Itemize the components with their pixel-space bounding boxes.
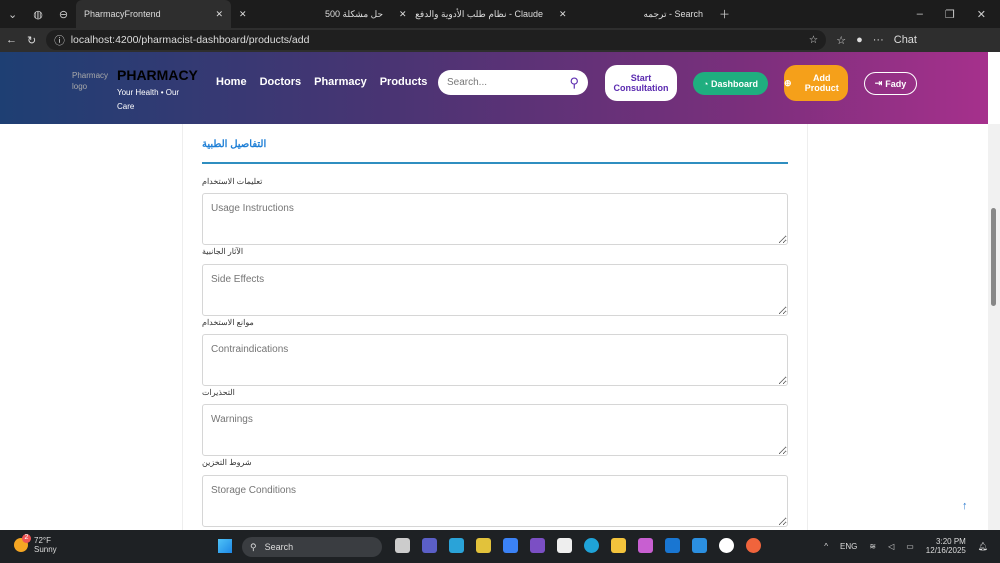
outlook-icon[interactable] bbox=[665, 538, 680, 553]
restore-icon[interactable]: ❐ bbox=[945, 8, 955, 21]
favorites-icon[interactable]: ☆ bbox=[836, 34, 846, 47]
scrollbar-thumb[interactable] bbox=[991, 208, 996, 306]
add-product-button[interactable]: ⊕ Add Product bbox=[784, 65, 848, 101]
app-icon[interactable] bbox=[449, 538, 464, 553]
copilot-icon[interactable] bbox=[638, 538, 653, 553]
form-card bbox=[182, 124, 808, 530]
workspaces-icon[interactable]: ◍ bbox=[25, 0, 51, 28]
nav-products[interactable]: Products bbox=[380, 76, 428, 88]
file-explorer-icon[interactable] bbox=[611, 538, 626, 553]
history-icon[interactable]: ⊖ bbox=[51, 0, 76, 28]
new-tab-icon[interactable]: ＋ bbox=[711, 0, 738, 28]
weather-widget[interactable]: 72°F Sunny bbox=[14, 536, 57, 554]
app-icon[interactable] bbox=[476, 538, 491, 553]
wifi-icon[interactable]: ≋ bbox=[869, 542, 876, 551]
clock[interactable]: 3:20 PM 12/16/2025 bbox=[926, 537, 966, 555]
start-consultation-button[interactable]: Start Consultation bbox=[605, 65, 677, 101]
chevron-up-icon[interactable]: ^ bbox=[824, 542, 828, 551]
tab-pharmacy[interactable]: PharmacyFrontend ✕ bbox=[76, 0, 232, 28]
info-icon: ⓘ bbox=[54, 34, 65, 47]
close-icon[interactable]: ✕ bbox=[559, 9, 567, 20]
tab-500[interactable]: حل مشكلة 500 ✕ bbox=[231, 0, 391, 28]
notification-badge: 2 bbox=[22, 534, 31, 543]
address-bar-row: ← ↻ ⓘ localhost:4200/pharmacist-dashboard… bbox=[0, 28, 1000, 52]
minimize-icon[interactable]: – bbox=[917, 8, 923, 21]
user-logout-button[interactable]: ⇥ Fady bbox=[864, 72, 917, 95]
tab-search[interactable]: Search - ترجمه ✕ bbox=[551, 0, 711, 28]
system-tray: ^ ENG ≋ ◁ ▭ 3:20 PM 12/16/2025 🔔︎ bbox=[824, 537, 988, 555]
browser-tab-bar: ⌄ ◍ ⊖ PharmacyFrontend ✕ حل مشكلة 500 ✕ Cl… bbox=[0, 0, 1000, 28]
dashboard-icon: ◔ bbox=[703, 78, 711, 89]
contraindications-input[interactable] bbox=[202, 334, 788, 386]
copilot-chat-button[interactable]: Chat bbox=[894, 34, 917, 46]
side-effects-label: الآثار الجانبية bbox=[202, 247, 244, 256]
brand-tagline: Your Health • Our Care bbox=[117, 88, 180, 111]
main-nav: Home Doctors Pharmacy Products bbox=[216, 76, 427, 88]
nav-doctors[interactable]: Doctors bbox=[260, 76, 302, 88]
logo-image[interactable]: Pharmacy logo bbox=[72, 70, 108, 104]
back-icon[interactable]: ← bbox=[6, 34, 17, 46]
close-icon[interactable]: ✕ bbox=[239, 9, 247, 20]
battery-icon[interactable]: ▭ bbox=[906, 542, 914, 551]
usage-instructions-input[interactable] bbox=[202, 193, 788, 245]
reload-icon[interactable]: ↻ bbox=[27, 34, 36, 47]
contraindications-label: موانع الاستخدام bbox=[202, 318, 254, 327]
app-icon[interactable] bbox=[719, 538, 734, 553]
close-icon[interactable]: ✕ bbox=[216, 9, 224, 20]
visual-studio-icon[interactable] bbox=[530, 538, 545, 553]
search-icon: ⚲ bbox=[250, 541, 257, 552]
taskbar-search[interactable]: ⚲ Search bbox=[242, 537, 382, 557]
scrollbar[interactable] bbox=[988, 124, 1000, 530]
scroll-to-top-icon[interactable]: ↑ bbox=[962, 500, 968, 512]
tab-claude[interactable]: Claude - نظام طلب الأدوية والدفع ✕ bbox=[391, 0, 551, 28]
start-icon[interactable] bbox=[218, 539, 232, 553]
brand-name[interactable]: PHARMACY bbox=[117, 67, 198, 83]
storage-conditions-input[interactable] bbox=[202, 475, 788, 527]
more-icon[interactable]: ··· bbox=[873, 34, 884, 46]
task-view-icon[interactable] bbox=[395, 538, 410, 553]
window-close-icon[interactable]: ✕ bbox=[977, 8, 986, 21]
teams-icon[interactable] bbox=[422, 538, 437, 553]
tab-actions-icon[interactable]: ⌄ bbox=[0, 0, 25, 28]
language-indicator[interactable]: ENG bbox=[840, 542, 857, 551]
taskbar: 72°F Sunny 2 ⚲ Search ^ ENG ≋ ◁ ▭ 3:20 PM 1… bbox=[0, 530, 1000, 563]
warnings-input[interactable] bbox=[202, 404, 788, 456]
taskbar-apps bbox=[395, 538, 761, 553]
notifications-icon[interactable]: 🔔︎ bbox=[978, 542, 988, 551]
profile-icon[interactable]: ● bbox=[856, 34, 863, 46]
url-input[interactable]: ⓘ localhost:4200/pharmacist-dashboard/pro… bbox=[46, 30, 827, 50]
store-icon[interactable] bbox=[557, 538, 572, 553]
storage-label: شروط التخزين bbox=[202, 458, 252, 467]
plus-circle-icon: ⊕ bbox=[784, 77, 792, 88]
search-input[interactable]: Search... ⚲ bbox=[438, 70, 588, 95]
nav-home[interactable]: Home bbox=[216, 76, 247, 88]
usage-label: تعليمات الاستخدام bbox=[202, 177, 263, 186]
edge-icon[interactable] bbox=[584, 538, 599, 553]
close-icon[interactable]: ✕ bbox=[399, 9, 407, 20]
side-effects-input[interactable] bbox=[202, 264, 788, 316]
search-icon[interactable]: ⚲ bbox=[569, 75, 579, 91]
dashboard-button[interactable]: ◔ Dashboard bbox=[693, 72, 768, 95]
volume-icon[interactable]: ◁ bbox=[888, 542, 894, 551]
postman-icon[interactable] bbox=[746, 538, 761, 553]
logout-icon: ⇥ bbox=[874, 78, 883, 88]
warnings-label: التحذيرات bbox=[202, 388, 235, 397]
favorite-icon[interactable]: ☆ bbox=[809, 34, 818, 46]
chart-app-icon[interactable] bbox=[503, 538, 518, 553]
section-title: التفاصيل الطبية bbox=[202, 139, 788, 164]
nav-pharmacy[interactable]: Pharmacy bbox=[314, 76, 367, 88]
vscode-icon[interactable] bbox=[692, 538, 707, 553]
